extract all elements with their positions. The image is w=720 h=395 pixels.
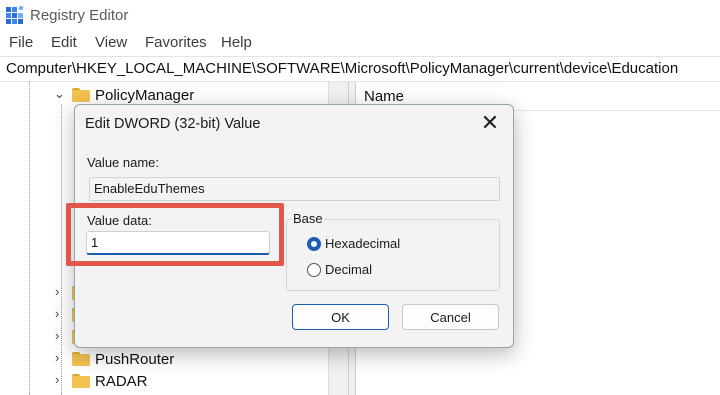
hexadecimal-label[interactable]: Hexadecimal: [325, 236, 400, 251]
highlight-box: [66, 203, 284, 266]
folder-icon: [72, 374, 90, 388]
column-header-name[interactable]: Name: [364, 88, 404, 105]
registry-editor-icon: [6, 6, 24, 24]
chevron-right-icon[interactable]: ›: [55, 306, 59, 321]
title-bar: Registry Editor: [0, 0, 720, 32]
close-icon[interactable]: ✕: [477, 111, 503, 135]
window-title: Registry Editor: [30, 7, 129, 24]
menu-favorites[interactable]: Favorites: [145, 34, 207, 51]
chevron-down-icon[interactable]: ⌄: [54, 86, 65, 102]
tree-item-pushrouter[interactable]: › PushRouter: [0, 348, 328, 370]
chevron-right-icon[interactable]: ›: [55, 372, 59, 387]
tree-item-radar[interactable]: › RADAR: [0, 370, 328, 392]
address-path[interactable]: Computer\HKEY_LOCAL_MACHINE\SOFTWARE\Mic…: [6, 60, 678, 77]
tree-item-policymanager[interactable]: ⌄ PolicyManager: [0, 84, 328, 106]
menu-help[interactable]: Help: [221, 34, 252, 51]
chevron-right-icon[interactable]: ›: [55, 284, 59, 299]
folder-icon: [72, 352, 90, 366]
tree-item-label: PushRouter: [95, 351, 175, 368]
hexadecimal-radio[interactable]: [307, 237, 321, 251]
folder-icon: [72, 88, 90, 102]
value-name-label: Value name:: [87, 155, 160, 170]
dialog-title: Edit DWORD (32-bit) Value: [85, 116, 261, 132]
value-name-text: EnableEduThemes: [94, 181, 205, 196]
chevron-right-icon[interactable]: ›: [55, 328, 59, 343]
base-group: [286, 219, 500, 291]
ok-button[interactable]: OK: [292, 304, 389, 330]
chevron-right-icon[interactable]: ›: [55, 350, 59, 365]
menu-view[interactable]: View: [95, 34, 127, 51]
tree-item-label: RADAR: [95, 373, 148, 390]
tree-item-label: PolicyManager: [95, 87, 195, 104]
address-bar[interactable]: Computer\HKEY_LOCAL_MACHINE\SOFTWARE\Mic…: [0, 56, 720, 82]
menu-edit[interactable]: Edit: [51, 34, 77, 51]
cancel-button[interactable]: Cancel: [402, 304, 499, 330]
decimal-label[interactable]: Decimal: [325, 262, 372, 277]
decimal-radio[interactable]: [307, 263, 321, 277]
menu-bar: File Edit View Favorites Help: [0, 32, 720, 54]
menu-file[interactable]: File: [9, 34, 33, 51]
base-label: Base: [291, 211, 325, 226]
value-name-field: EnableEduThemes: [89, 177, 500, 201]
